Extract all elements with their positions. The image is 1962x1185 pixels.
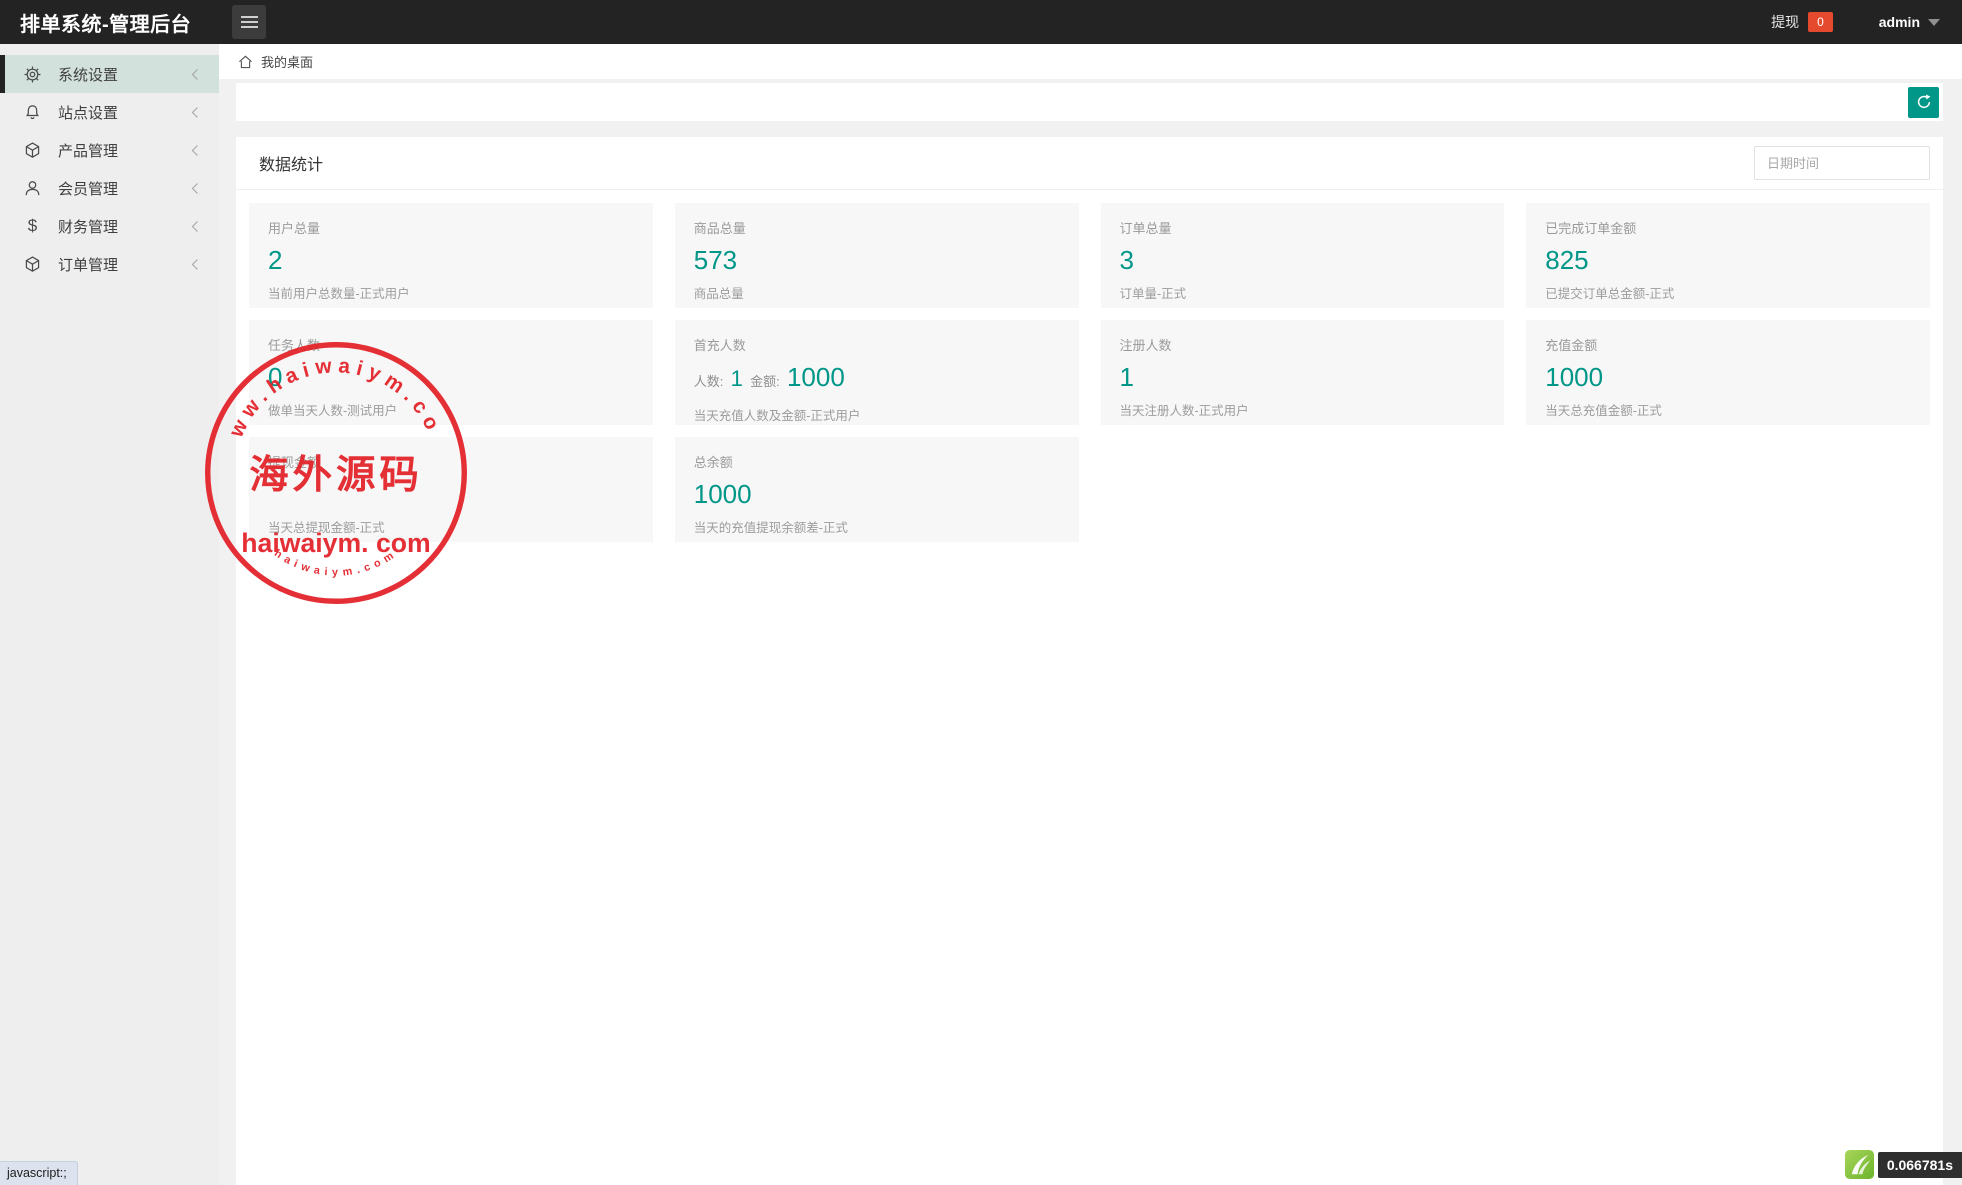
gear-icon bbox=[23, 65, 42, 84]
sidebar-item-product-management[interactable]: 产品管理 bbox=[0, 131, 219, 169]
card-title: 用户总量 bbox=[268, 218, 634, 237]
card-desc: 做单当天人数-测试用户 bbox=[268, 400, 634, 419]
home-icon bbox=[238, 55, 253, 69]
cube-icon bbox=[23, 255, 42, 274]
stat-card-task-users: 任务人数 0 做单当天人数-测试用户 bbox=[249, 320, 653, 425]
main-content: 我的桌面 数据统计 用户总量 2 当前用户总数量-正式用户 商品总量 573 商… bbox=[219, 44, 1962, 1185]
user-icon bbox=[23, 179, 42, 198]
sidebar-toggle-button[interactable] bbox=[232, 5, 266, 39]
hamburger-icon bbox=[241, 16, 258, 18]
card-desc: 当天注册人数-正式用户 bbox=[1120, 400, 1486, 419]
stat-card-orders-total: 订单总量 3 订单量-正式 bbox=[1101, 203, 1505, 308]
withdraw-count-badge[interactable]: 0 bbox=[1808, 12, 1833, 32]
card-desc: 当前用户总数量-正式用户 bbox=[268, 283, 634, 302]
card-value: 573 bbox=[694, 245, 1060, 275]
chevron-left-icon bbox=[191, 258, 199, 271]
stat-card-first-charge: 首充人数 人数: 1 金额: 1000 当天充值人数及金额-正式用户 bbox=[675, 320, 1079, 425]
top-bar: 排单系统-管理后台 提现 0 admin bbox=[0, 0, 1962, 44]
sidebar: 系统设置 站点设置 产品管理 bbox=[0, 44, 219, 1185]
combo-num: 1 bbox=[731, 366, 743, 391]
bell-icon bbox=[23, 103, 42, 122]
stat-card-recharge-amount: 充值金额 1000 当天总充值金额-正式 bbox=[1526, 320, 1930, 425]
statistics-panel: 数据统计 用户总量 2 当前用户总数量-正式用户 商品总量 573 商品总量 订… bbox=[236, 137, 1943, 1185]
hamburger-icon bbox=[241, 21, 258, 23]
stat-card-products-total: 商品总量 573 商品总量 bbox=[675, 203, 1079, 308]
withdraw-link[interactable]: 提现 bbox=[1771, 12, 1799, 32]
sidebar-item-system-settings[interactable]: 系统设置 bbox=[0, 55, 219, 93]
sidebar-item-member-management[interactable]: 会员管理 bbox=[0, 169, 219, 207]
card-desc: 当天总充值金额-正式 bbox=[1545, 400, 1911, 419]
card-desc: 当天的充值提现余额差-正式 bbox=[694, 517, 1060, 536]
thinkphp-logo-icon bbox=[1844, 1149, 1875, 1180]
card-value: 1000 bbox=[694, 479, 1060, 509]
toolbar bbox=[236, 83, 1943, 121]
card-value-combo: 人数: 1 金额: 1000 bbox=[694, 362, 1060, 397]
date-input[interactable] bbox=[1754, 146, 1930, 180]
hamburger-icon bbox=[241, 26, 258, 28]
card-value bbox=[268, 479, 634, 509]
combo-label: 人数: bbox=[694, 374, 724, 389]
breadcrumb: 我的桌面 bbox=[219, 44, 1962, 79]
breadcrumb-label[interactable]: 我的桌面 bbox=[261, 52, 313, 71]
card-desc: 订单量-正式 bbox=[1120, 283, 1486, 302]
card-title: 总余额 bbox=[694, 452, 1060, 471]
card-title: 订单总量 bbox=[1120, 218, 1486, 237]
chevron-left-icon bbox=[191, 144, 199, 157]
card-desc: 商品总量 bbox=[694, 283, 1060, 302]
stat-card-total-balance: 总余额 1000 当天的充值提现余额差-正式 bbox=[675, 437, 1079, 542]
sidebar-item-order-management[interactable]: 订单管理 bbox=[0, 245, 219, 283]
card-desc: 当天充值人数及金额-正式用户 bbox=[694, 405, 1060, 424]
panel-header: 数据统计 bbox=[236, 137, 1943, 190]
card-value: 825 bbox=[1545, 245, 1911, 275]
link-status-tooltip: javascript:; bbox=[0, 1161, 78, 1185]
chevron-left-icon bbox=[191, 220, 199, 233]
card-value: 1000 bbox=[1545, 362, 1911, 392]
card-title: 注册人数 bbox=[1120, 335, 1486, 354]
sidebar-item-finance-management[interactable]: $ 财务管理 bbox=[0, 207, 219, 245]
card-title: 任务人数 bbox=[268, 335, 634, 354]
combo-num: 1000 bbox=[787, 362, 845, 392]
chevron-left-icon bbox=[191, 106, 199, 119]
refresh-icon bbox=[1915, 93, 1933, 111]
stat-card-users-total: 用户总量 2 当前用户总数量-正式用户 bbox=[249, 203, 653, 308]
card-title: 商品总量 bbox=[694, 218, 1060, 237]
cube-icon bbox=[23, 141, 42, 160]
card-title: 已完成订单金额 bbox=[1545, 218, 1911, 237]
combo-label: 金额: bbox=[750, 374, 780, 389]
card-value: 3 bbox=[1120, 245, 1486, 275]
stat-cards-grid: 用户总量 2 当前用户总数量-正式用户 商品总量 573 商品总量 订单总量 3… bbox=[236, 190, 1943, 555]
username: admin bbox=[1879, 14, 1920, 30]
load-time-badge: 0.066781s bbox=[1878, 1152, 1962, 1178]
card-value: 0 bbox=[268, 362, 634, 392]
card-title: 充值金额 bbox=[1545, 335, 1911, 354]
sidebar-item-label: 系统设置 bbox=[58, 64, 191, 85]
sidebar-item-label: 财务管理 bbox=[58, 216, 191, 237]
dollar-icon: $ bbox=[23, 217, 42, 236]
sidebar-item-label: 会员管理 bbox=[58, 178, 191, 199]
card-value: 2 bbox=[268, 245, 634, 275]
user-menu[interactable]: admin bbox=[1879, 14, 1940, 30]
chevron-down-icon bbox=[1928, 19, 1940, 26]
topbar-right: 提现 0 admin bbox=[1771, 12, 1962, 32]
card-desc: 当天总提现金额-正式 bbox=[268, 517, 634, 536]
sidebar-item-site-settings[interactable]: 站点设置 bbox=[0, 93, 219, 131]
card-title: 首充人数 bbox=[694, 335, 1060, 354]
sidebar-item-label: 产品管理 bbox=[58, 140, 191, 161]
card-title: 提现金额 bbox=[268, 452, 634, 471]
page-runtime: 0.066781s bbox=[1844, 1149, 1962, 1180]
sidebar-item-label: 订单管理 bbox=[58, 254, 191, 275]
sidebar-item-label: 站点设置 bbox=[58, 102, 191, 123]
app-title: 排单系统-管理后台 bbox=[0, 8, 219, 37]
stat-card-registered-users: 注册人数 1 当天注册人数-正式用户 bbox=[1101, 320, 1505, 425]
chevron-left-icon bbox=[191, 68, 199, 81]
chevron-left-icon bbox=[191, 182, 199, 195]
refresh-button[interactable] bbox=[1908, 87, 1939, 118]
panel-title: 数据统计 bbox=[259, 151, 323, 175]
card-desc: 已提交订单总金额-正式 bbox=[1545, 283, 1911, 302]
stat-card-withdraw-amount: 提现金额 当天总提现金额-正式 bbox=[249, 437, 653, 542]
stat-card-completed-order-amount: 已完成订单金额 825 已提交订单总金额-正式 bbox=[1526, 203, 1930, 308]
card-value: 1 bbox=[1120, 362, 1486, 392]
